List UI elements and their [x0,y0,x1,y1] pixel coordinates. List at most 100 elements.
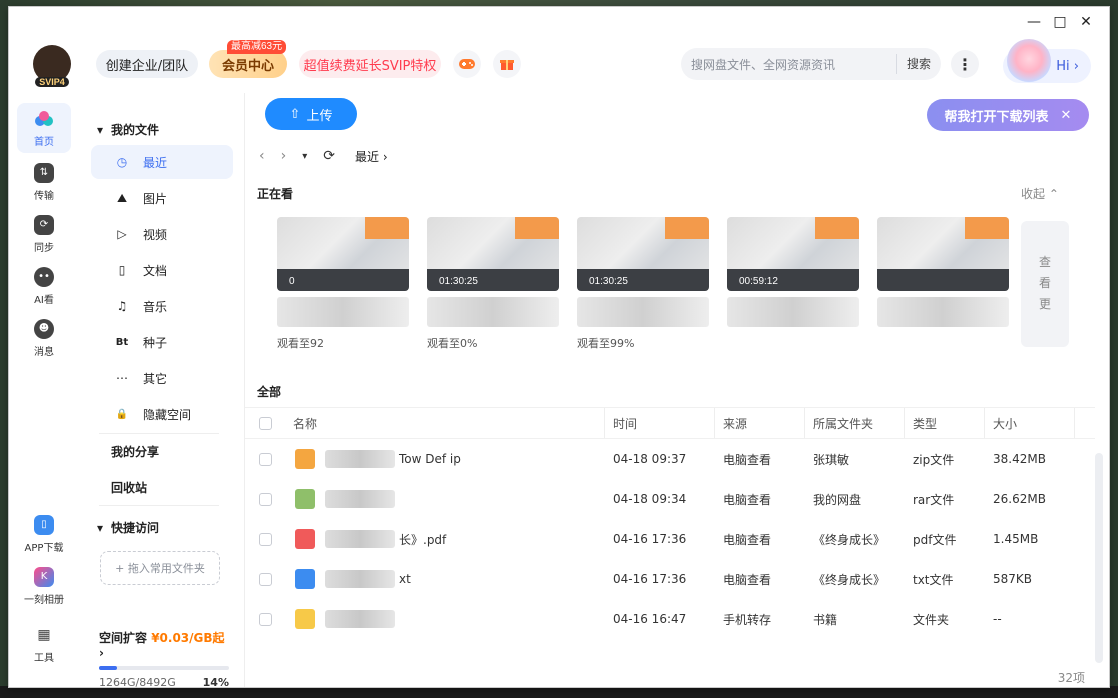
my-share-label: 我的分享 [111,445,160,459]
album-icon: K [34,566,54,587]
file-name[interactable]: 长》.pdf [399,531,446,548]
sidebar-item-docs[interactable]: ▯ 文档 [91,253,233,287]
sidebar-item-recent[interactable]: ◷ 最近 [91,145,233,179]
file-type-icon [295,569,315,589]
file-folder[interactable]: 《终身成长》 [805,531,905,548]
file-name[interactable]: xt [399,572,411,586]
table-row[interactable]: 04-18 09:34 电脑查看 我的网盘 rar文件 26.62MB [245,479,1095,519]
video-thumb[interactable]: 01:30:25 观看至99% [577,217,709,351]
create-enterprise-button[interactable]: 创建企业/团队 [96,50,198,78]
sidebar-item-hidden[interactable]: 🔒 隐藏空间 [91,397,233,431]
table-body: Tow Def ip 04-18 09:37 电脑查看 张琪敏 zip文件 38.42MB… [245,439,1095,639]
download-list-helper[interactable]: 帮我打开下载列表 ✕ [927,99,1089,131]
table-row[interactable]: Tow Def ip 04-18 09:37 电脑查看 张琪敏 zip文件 38.42MB [245,439,1095,479]
file-time: 04-16 16:47 [613,612,687,626]
upload-button[interactable]: ⇧ 上传 [265,98,357,130]
col-type[interactable]: 类型 [905,408,985,438]
back-icon[interactable]: ‹ [259,148,265,164]
table-row[interactable]: xt 04-16 17:36 电脑查看 《终身成长》 txt文件 587KB [245,559,1095,599]
table-row[interactable]: 04-16 16:47 手机转存 书籍 文件夹 -- [245,599,1095,639]
quota-price: ¥0.03/GB起 [151,631,225,645]
nav-transfer[interactable]: ⇅ 传输 [17,157,71,207]
history-dropdown-icon[interactable]: ▾ [302,151,307,162]
scrollbar[interactable] [1095,453,1103,663]
file-folder[interactable]: 《终身成长》 [805,571,905,588]
video-time: 01:30:25 [439,276,478,287]
sidebar-item-other[interactable]: ⋯ 其它 [91,361,233,395]
search-button[interactable]: 搜索 [895,54,941,74]
collapse-toggle[interactable]: 收起 ⌃ [1021,185,1059,202]
svip-renew-button[interactable]: 超值续费延长SVIP特权 [299,50,441,78]
nav-ai[interactable]: •• AI看 [17,261,71,311]
sync-icon: ⟳ [34,214,54,235]
sidebar-item-torrent[interactable]: Bt 种子 [91,325,233,359]
forward-icon[interactable]: › [281,148,287,164]
more-icon: ⋯ [116,371,128,385]
more-menu-icon[interactable]: ⋮ [951,50,979,78]
quick-access-dropzone[interactable]: + 拖入常用文件夹 [100,551,220,585]
recycle-label: 回收站 [111,481,148,495]
refresh-icon[interactable]: ⟳ [323,148,335,164]
nav-album[interactable]: K 一刻相册 [17,561,71,611]
nav-app-download-label: APP下载 [24,542,64,554]
col-size[interactable]: 大小 [985,408,1075,438]
my-files-header[interactable]: ▾ 我的文件 [97,121,159,138]
row-checkbox[interactable] [259,572,272,586]
video-thumb[interactable]: 0 观看至92 [277,217,409,351]
col-source[interactable]: 来源 [715,408,805,438]
col-name[interactable]: 名称 [285,408,605,438]
assistant-button[interactable]: Hi › [1003,39,1091,83]
nav-app-download[interactable]: ▯ APP下载 [17,509,71,559]
svip-badge: SVIP4 [35,77,69,87]
nav-sync[interactable]: ⟳ 同步 [17,209,71,259]
file-folder[interactable]: 张琪敏 [805,451,905,468]
file-type: pdf文件 [913,532,957,547]
tools-icon: ▦ [37,626,51,643]
breadcrumb[interactable]: 最近 › [355,148,388,165]
col-folder[interactable]: 所属文件夹 [805,408,905,438]
sidebar-item-music[interactable]: ♫ 音乐 [91,289,233,323]
video-thumb[interactable]: 00:59:12 [727,217,859,335]
see-more-button[interactable]: 查看更 [1021,221,1069,347]
video-thumb[interactable] [877,217,1009,335]
video-progress: 观看至0% [427,337,478,350]
table-row[interactable]: 长》.pdf 04-16 17:36 电脑查看 《终身成长》 pdf文件 1.45MB [245,519,1095,559]
video-thumb[interactable]: 01:30:25 观看至0% [427,217,559,351]
sidebar-item-images[interactable]: ⛰ 图片 [91,181,233,215]
gift-icon[interactable] [493,50,521,78]
nav-transfer-label: 传输 [34,190,54,202]
my-files-label: 我的文件 [111,123,160,137]
recycle-bin-link[interactable]: 回收站 [111,479,147,496]
file-type-icon [295,529,315,549]
top-bar: SVIP4 创建企业/团队 会员中心 最高减63元 超值续费延长SVIP特权 搜… [9,37,1109,93]
file-folder[interactable]: 我的网盘 [805,491,905,508]
section-all: 全部 [257,385,282,399]
minimize-button[interactable]: — [1021,11,1047,33]
upload-label: 上传 [306,108,333,124]
row-checkbox[interactable] [259,612,272,626]
quick-access-header[interactable]: ▾ 快捷访问 [97,519,159,536]
clock-icon: ◷ [116,155,128,169]
search-input[interactable]: 搜网盘文件、全网资源资讯 搜索 [681,48,941,80]
col-time[interactable]: 时间 [605,408,715,438]
row-checkbox[interactable] [259,452,272,466]
close-icon[interactable]: ✕ [1061,108,1072,123]
file-size: 1.45MB [993,532,1039,546]
maximize-button[interactable]: □ [1047,11,1073,33]
nav-message[interactable]: ☻ 消息 [17,313,71,363]
section-watching: 正在看 [257,187,294,201]
vip-center-button[interactable]: 会员中心 [209,50,287,78]
select-all-checkbox[interactable] [259,416,272,430]
sidebar-item-video[interactable]: ▷ 视频 [91,217,233,251]
row-checkbox[interactable] [259,492,272,506]
row-checkbox[interactable] [259,532,272,546]
game-icon[interactable] [453,50,481,78]
close-button[interactable]: ✕ [1073,11,1099,33]
file-folder[interactable]: 书籍 [805,611,905,628]
storage-quota[interactable]: 空间扩容 ¥0.03/GB起 › 1264G/8492G 14% [99,629,229,687]
avatar[interactable]: SVIP4 [33,45,71,87]
nav-tools[interactable]: ▦ 工具 [17,619,71,669]
file-name[interactable]: Tow Def ip [399,452,461,466]
nav-home[interactable]: 首页 [17,103,71,153]
my-share-link[interactable]: 我的分享 [111,443,159,460]
